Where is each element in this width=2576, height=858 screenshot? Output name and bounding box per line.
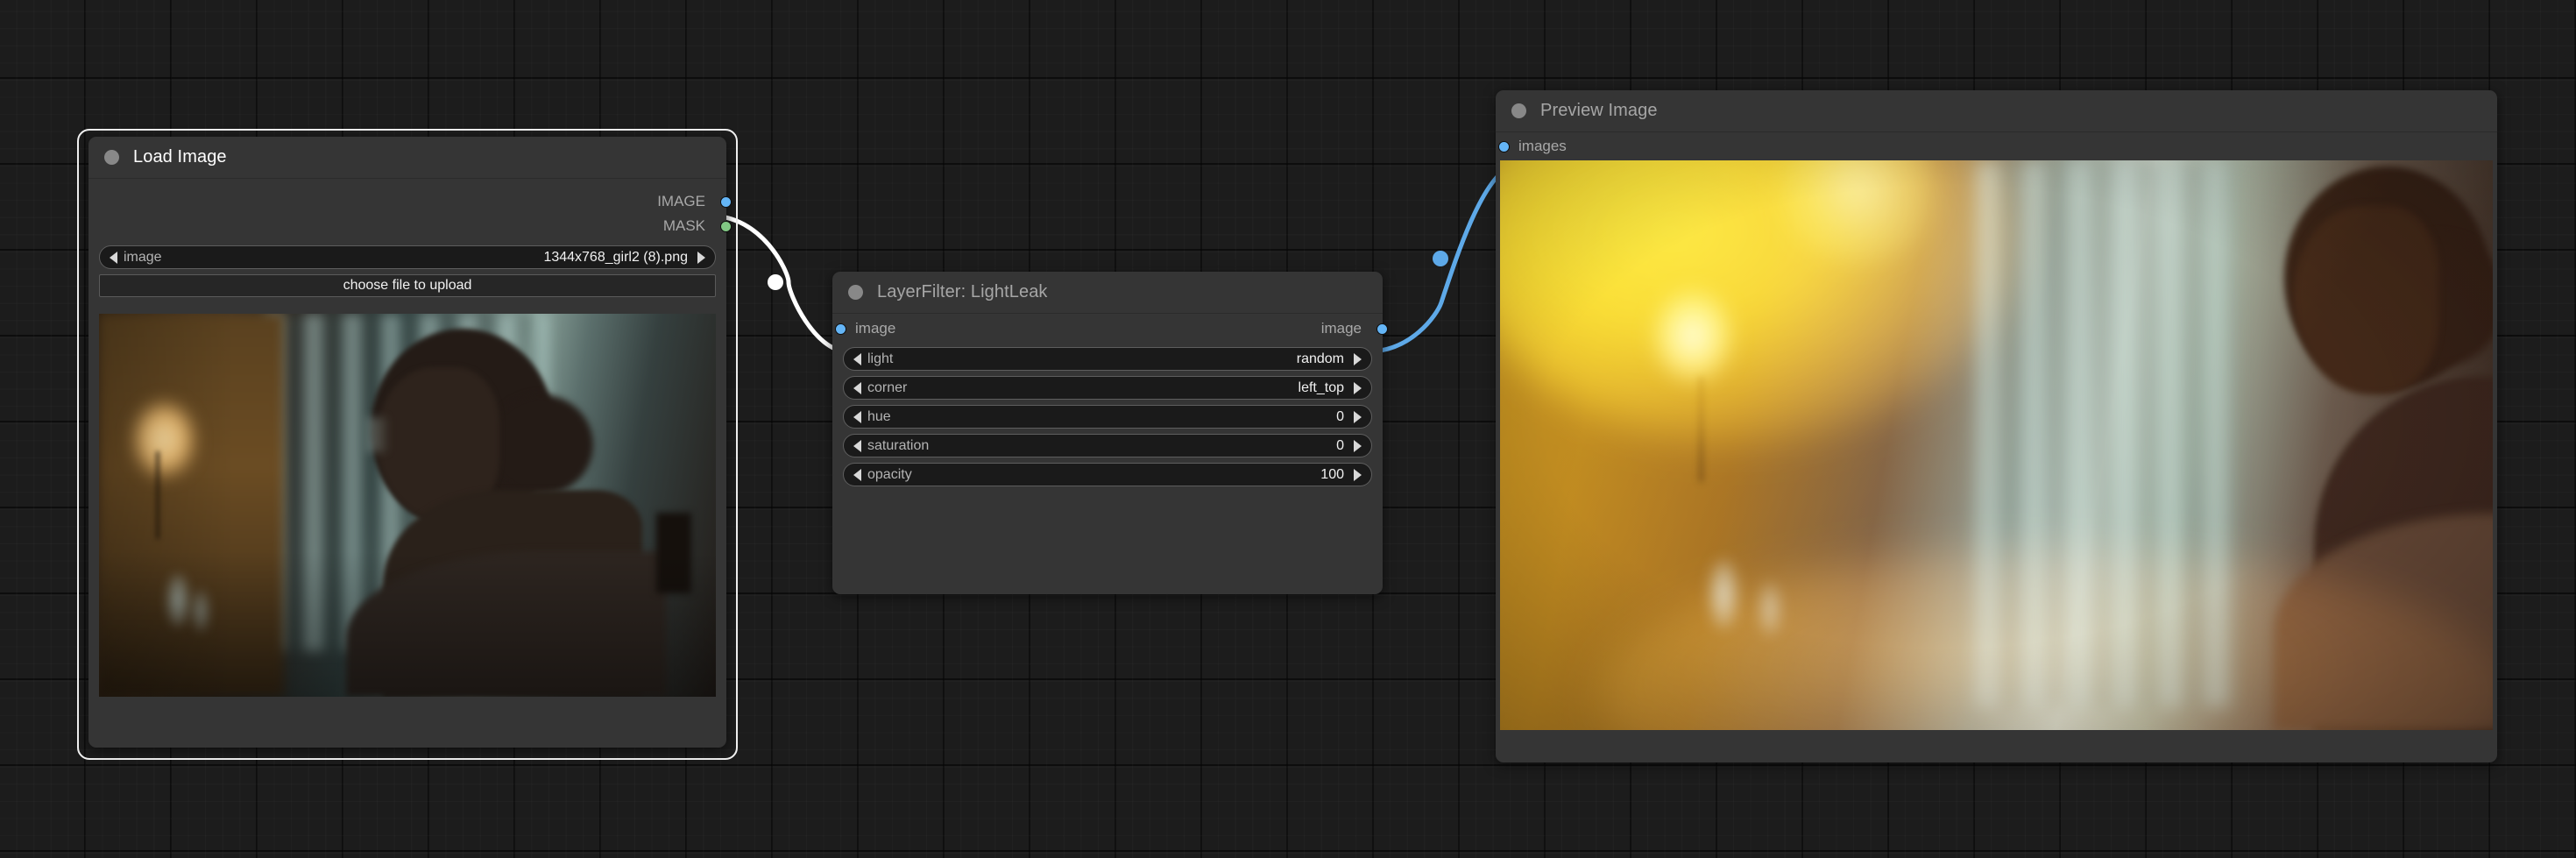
input-slot-image[interactable]: image [832,316,895,341]
link-midpoint-dot-1[interactable] [768,274,783,290]
output-slot-mask[interactable]: MASK [88,214,732,238]
widget-image-label: image [124,249,162,265]
preview-image-body: images [1496,132,2497,730]
prev-arrow-icon[interactable] [853,410,861,423]
input-slot-images-dot[interactable] [1498,141,1510,152]
layerfilter-widgets: light random corner left_top hue 0 satur… [832,344,1383,495]
layerfilter-header[interactable]: LayerFilter: LightLeak [832,272,1383,314]
link-layerfilter-to-preview[interactable] [1366,164,1513,354]
output-slot-mask-dot[interactable] [720,221,732,232]
load-image-thumbnail [99,314,716,697]
prev-arrow-icon[interactable] [110,251,117,264]
input-slot-image-dot[interactable] [835,323,846,335]
widget-light-value: random [1296,351,1344,366]
widget-hue-label: hue [867,408,891,424]
widget-saturation-value: 0 [1336,437,1344,453]
node-graph-canvas[interactable]: Load Image IMAGE MASK image 1344x768_gir… [0,0,2576,858]
next-arrow-icon[interactable] [1354,381,1362,394]
node-layerfilter-lightleak[interactable]: LayerFilter: LightLeak image image light… [832,272,1388,594]
widget-light-label: light [867,351,894,366]
widget-opacity-value: 100 [1320,466,1344,482]
preview-image-title: Preview Image [1540,101,1658,120]
next-arrow-icon[interactable] [1354,439,1362,452]
widget-opacity[interactable]: opacity 100 [843,463,1372,486]
prev-arrow-icon[interactable] [853,468,861,481]
output-slot-image-dot[interactable] [1376,323,1388,335]
layerfilter-title: LayerFilter: LightLeak [877,282,1048,301]
input-slot-images-label: images [1518,138,1567,154]
widget-light[interactable]: light random [843,347,1372,371]
prev-arrow-icon[interactable] [853,439,861,452]
output-slot-image-label: image [1320,320,1362,337]
output-slot-image[interactable]: IMAGE [88,189,732,214]
output-slot-image[interactable]: image [1320,316,1388,341]
next-arrow-icon[interactable] [1354,352,1362,365]
input-slot-image-label: image [855,320,896,337]
input-slot-images[interactable]: images [1496,134,1567,159]
collapse-toggle-icon[interactable] [848,285,863,300]
node-load-image[interactable]: Load Image IMAGE MASK image 1344x768_gir… [88,137,732,748]
next-arrow-icon[interactable] [697,251,705,264]
collapse-toggle-icon[interactable] [104,150,119,165]
next-arrow-icon[interactable] [1354,410,1362,423]
layerfilter-body: image image light random corner left_top… [832,314,1388,495]
output-slot-image-dot[interactable] [720,196,732,208]
prev-arrow-icon[interactable] [853,381,861,394]
preview-image-header[interactable]: Preview Image [1496,90,2497,132]
prev-arrow-icon[interactable] [853,352,861,365]
widget-hue[interactable]: hue 0 [843,405,1372,429]
widget-hue-value: 0 [1336,408,1344,424]
preview-image-result [1500,160,2493,730]
widget-saturation[interactable]: saturation 0 [843,434,1372,457]
link-midpoint-dot-2[interactable] [1433,251,1448,266]
next-arrow-icon[interactable] [1354,468,1362,481]
output-slot-mask-label: MASK [662,217,705,234]
choose-file-to-upload-button[interactable]: choose file to upload [99,274,716,297]
output-slot-image-label: IMAGE [657,193,705,209]
widget-image-value: 1344x768_girl2 (8).png [543,249,688,265]
widget-image-combo[interactable]: image 1344x768_girl2 (8).png [99,245,716,269]
load-image-header[interactable]: Load Image [88,137,726,179]
widget-corner-label: corner [867,379,908,395]
load-image-widgets: image 1344x768_girl2 (8).png choose file… [88,238,726,306]
widget-opacity-label: opacity [867,466,912,482]
widget-corner[interactable]: corner left_top [843,376,1372,400]
widget-saturation-label: saturation [867,437,930,453]
widget-corner-value: left_top [1298,379,1344,395]
link-loadimage-to-layerfilter[interactable] [707,213,849,354]
node-preview-image[interactable]: Preview Image images [1496,90,2497,762]
load-image-body: IMAGE MASK image 1344x768_girl2 (8).png … [88,179,732,697]
collapse-toggle-icon[interactable] [1511,103,1526,118]
load-image-title: Load Image [133,147,227,167]
